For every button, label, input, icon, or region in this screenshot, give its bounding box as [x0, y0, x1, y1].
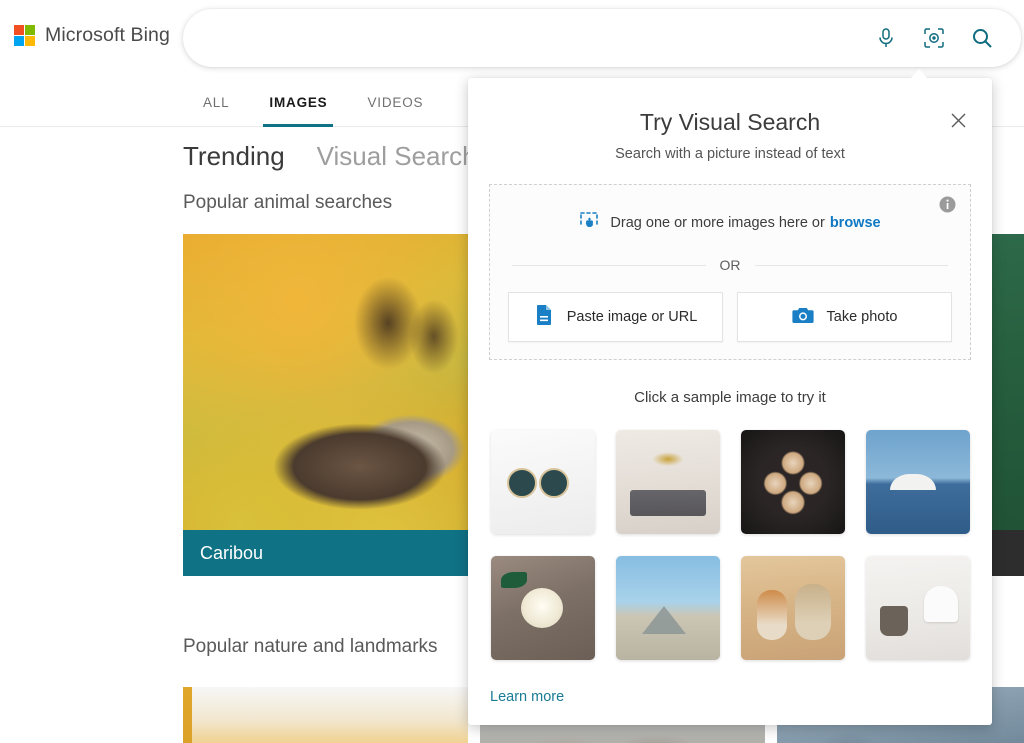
- browse-link[interactable]: browse: [830, 215, 881, 231]
- or-label: OR: [720, 257, 741, 273]
- sample-sydney-opera-house[interactable]: [866, 430, 970, 534]
- camera-icon: [792, 306, 814, 329]
- take-photo-button[interactable]: Take photo: [737, 292, 952, 342]
- sample-dining-room[interactable]: [616, 430, 720, 534]
- sample-image-grid: [468, 430, 992, 660]
- section-tab-visual-search[interactable]: Visual Search: [317, 141, 477, 172]
- caribou-photo: [183, 234, 468, 576]
- sample-two-dogs[interactable]: [741, 556, 845, 660]
- sample-row: [488, 430, 972, 534]
- nav-tab-list: ALL IMAGES VIDEOS: [183, 77, 443, 127]
- brand-logo[interactable]: Microsoft Bing: [14, 24, 170, 47]
- nav-tab-videos[interactable]: VIDEOS: [347, 77, 443, 127]
- sample-latte-coffee[interactable]: [741, 430, 845, 534]
- site-header: Microsoft Bing: [0, 0, 1024, 77]
- learn-more-link[interactable]: Learn more: [490, 689, 564, 705]
- dropzone-action-buttons: Paste image or URL Take photo: [490, 292, 970, 342]
- microphone-icon[interactable]: [873, 25, 899, 51]
- image-dropzone[interactable]: Drag one or more images here or browse O…: [489, 184, 971, 360]
- visual-search-popup: Try Visual Search Search with a picture …: [468, 78, 992, 725]
- close-icon[interactable]: [944, 106, 972, 134]
- nav-tab-images[interactable]: IMAGES: [249, 77, 347, 127]
- document-paste-icon: [534, 304, 554, 330]
- button-label: Paste image or URL: [567, 309, 698, 325]
- popup-subtitle: Search with a picture instead of text: [468, 146, 992, 162]
- dropzone-text: Drag one or more images here or: [610, 215, 824, 231]
- nature-card[interactable]: [183, 687, 468, 743]
- card-caption: Caribou: [183, 530, 468, 576]
- popup-title: Try Visual Search: [468, 78, 992, 136]
- trending-card[interactable]: Caribou: [183, 234, 468, 576]
- button-label: Take photo: [827, 309, 898, 325]
- sample-row: [488, 556, 972, 660]
- search-bar[interactable]: [183, 9, 1021, 67]
- search-input[interactable]: [183, 9, 873, 67]
- nav-tab-all[interactable]: ALL: [183, 77, 249, 127]
- sample-white-rose[interactable]: [491, 556, 595, 660]
- info-icon[interactable]: [939, 196, 956, 213]
- gold-strip: [183, 687, 192, 743]
- drag-image-icon: [579, 211, 599, 235]
- sample-sunglasses[interactable]: [491, 430, 595, 534]
- sample-white-chair[interactable]: [866, 556, 970, 660]
- heading-popular-nature-and-landmarks: Popular nature and landmarks: [183, 636, 438, 658]
- or-divider: OR: [512, 257, 948, 273]
- search-icon[interactable]: [969, 25, 995, 51]
- brand-name: Microsoft Bing: [45, 24, 170, 47]
- sample-louvre-pyramid[interactable]: [616, 556, 720, 660]
- samples-heading: Click a sample image to try it: [468, 389, 992, 406]
- paste-image-or-url-button[interactable]: Paste image or URL: [508, 292, 723, 342]
- section-tab-trending[interactable]: Trending: [183, 141, 285, 172]
- microsoft-logo-icon: [14, 25, 35, 46]
- sunset-photo: [183, 687, 468, 743]
- visual-search-icon[interactable]: [921, 25, 947, 51]
